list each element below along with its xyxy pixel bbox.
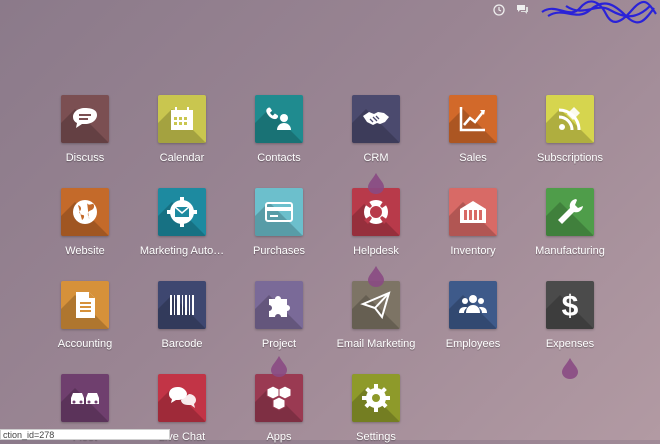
app-label: Marketing Auto… xyxy=(139,245,225,257)
svg-text:$: $ xyxy=(562,290,579,321)
app-label: Sales xyxy=(459,152,487,164)
app-label: Barcode xyxy=(161,338,203,350)
app-project[interactable]: Project xyxy=(224,281,334,351)
app-expenses[interactable]: $ Expenses xyxy=(515,281,625,351)
app-tile[interactable] xyxy=(255,374,303,422)
app-label: Apps xyxy=(266,431,292,443)
app-discuss[interactable]: Discuss xyxy=(30,95,140,165)
app-label: Accounting xyxy=(57,338,113,350)
app-contacts[interactable]: Contacts xyxy=(224,95,334,165)
app-marketing-auto[interactable]: Marketing Auto… xyxy=(127,188,237,258)
app-settings[interactable]: Settings xyxy=(321,374,431,444)
app-tile[interactable] xyxy=(352,188,400,236)
gear-icon xyxy=(362,384,390,412)
users-icon xyxy=(459,295,487,313)
paper-plane-icon xyxy=(360,291,391,320)
app-label: Settings xyxy=(356,431,396,443)
app-label: Project xyxy=(261,338,297,350)
app-tile[interactable] xyxy=(449,95,497,143)
line-chart-icon xyxy=(459,107,485,132)
barcode-icon xyxy=(170,295,194,315)
app-label: Expenses xyxy=(545,338,595,350)
document-icon xyxy=(76,292,95,318)
app-barcode[interactable]: Barcode xyxy=(127,281,237,351)
app-tile[interactable] xyxy=(158,188,206,236)
app-crm[interactable]: CRM xyxy=(321,95,431,165)
app-apps[interactable]: Apps xyxy=(224,374,334,444)
app-tile[interactable] xyxy=(61,374,109,422)
cars-icon xyxy=(71,393,99,404)
chat-bubbles-icon xyxy=(169,387,196,408)
app-label: Email Marketing xyxy=(336,338,416,350)
app-tile[interactable] xyxy=(352,281,400,329)
app-tile[interactable] xyxy=(352,374,400,422)
handshake-icon xyxy=(363,112,389,125)
app-tile[interactable] xyxy=(449,281,497,329)
app-label: Contacts xyxy=(257,152,301,164)
app-tile[interactable] xyxy=(546,95,594,143)
app-label: CRM xyxy=(363,152,389,164)
app-label: Website xyxy=(65,245,105,257)
contact-phone-icon xyxy=(266,107,291,130)
cubes-icon xyxy=(266,385,292,411)
app-sales[interactable]: Sales xyxy=(418,95,528,165)
app-website[interactable]: Website xyxy=(30,188,140,258)
app-manufacturing[interactable]: Manufacturing xyxy=(515,188,625,258)
app-tile[interactable] xyxy=(255,188,303,236)
calendar-icon xyxy=(171,107,193,130)
drop-marker xyxy=(368,173,384,194)
status-bar-url: ction_id=278 xyxy=(0,429,170,440)
puzzle-icon xyxy=(269,296,290,317)
rss-pencil-icon xyxy=(558,107,581,131)
app-tile[interactable] xyxy=(158,281,206,329)
envelope-gear-icon xyxy=(167,197,197,227)
app-helpdesk[interactable]: Helpdesk xyxy=(321,188,431,258)
app-email-marketing[interactable]: Email Marketing xyxy=(321,281,431,351)
app-inventory[interactable]: Inventory xyxy=(418,188,528,258)
app-tile[interactable] xyxy=(449,188,497,236)
app-label: Helpdesk xyxy=(353,245,399,257)
app-purchases[interactable]: Purchases xyxy=(224,188,334,258)
app-tile[interactable] xyxy=(158,374,206,422)
app-employees[interactable]: Employees xyxy=(418,281,528,351)
app-tile[interactable] xyxy=(255,281,303,329)
globe-icon xyxy=(73,200,97,224)
app-label: Inventory xyxy=(450,245,496,257)
warehouse-icon xyxy=(460,201,486,223)
app-label: Discuss xyxy=(65,152,105,164)
app-tile[interactable] xyxy=(61,95,109,143)
app-tile[interactable] xyxy=(546,188,594,236)
app-tile[interactable] xyxy=(255,95,303,143)
app-calendar[interactable]: Calendar xyxy=(127,95,237,165)
app-tile[interactable] xyxy=(61,281,109,329)
app-label: Manufacturing xyxy=(535,245,605,257)
app-label: Employees xyxy=(445,338,501,350)
app-tile[interactable]: $ xyxy=(546,281,594,329)
app-label: Subscriptions xyxy=(536,152,604,164)
chat-bubble-icon xyxy=(73,108,97,128)
app-tile[interactable] xyxy=(352,95,400,143)
credit-card-icon xyxy=(265,202,293,222)
app-label: Calendar xyxy=(159,152,205,164)
drop-marker xyxy=(562,358,578,379)
app-tile[interactable] xyxy=(158,95,206,143)
app-subscriptions[interactable]: Subscriptions xyxy=(515,95,625,165)
drop-marker xyxy=(271,356,287,377)
app-accounting[interactable]: Accounting xyxy=(30,281,140,351)
lifebuoy-icon xyxy=(364,200,388,224)
drop-marker xyxy=(368,266,384,287)
wrench-icon xyxy=(558,199,583,224)
app-tile[interactable] xyxy=(61,188,109,236)
app-label: Purchases xyxy=(253,245,305,257)
dollar-icon: $ xyxy=(562,290,579,321)
